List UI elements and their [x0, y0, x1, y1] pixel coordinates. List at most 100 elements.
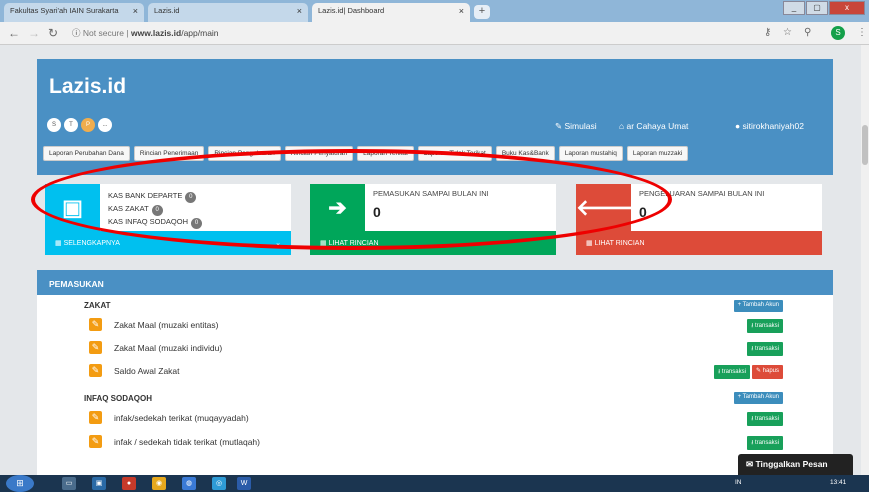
- edit-pencil-icon[interactable]: ✎: [89, 318, 102, 331]
- extension-icon[interactable]: ⚲: [804, 27, 811, 38]
- explorer-icon[interactable]: ▣: [92, 477, 106, 490]
- pengeluaran-value: 0: [639, 204, 647, 220]
- maximize-button[interactable]: ▢: [806, 1, 828, 15]
- selengkapnya-button[interactable]: ▦ SELENGKAPNYA ⌄: [45, 231, 291, 255]
- tambah-akun-label: Tambah Akun: [742, 302, 779, 308]
- edit-pencil-icon[interactable]: ✎: [89, 341, 102, 354]
- new-tab-button[interactable]: +: [474, 5, 490, 19]
- plus-icon: +: [737, 302, 742, 308]
- transaksi-label: transaksi: [754, 323, 779, 329]
- transaksi-button[interactable]: ⭳ transaksi: [747, 436, 783, 450]
- tray-language[interactable]: IN: [735, 479, 742, 486]
- tambah-akun-button[interactable]: + Tambah Akun: [733, 300, 783, 312]
- transaksi-button[interactable]: ⭳ transaksi: [747, 342, 783, 356]
- ie-icon[interactable]: ◎: [212, 477, 226, 490]
- report-button-mustahiq[interactable]: Laporan mustahiq: [558, 146, 623, 161]
- avatar[interactable]: P: [81, 118, 95, 132]
- address-bar: ← → ↻ ⓘ Not secure | www.lazis.id/app/ma…: [0, 22, 869, 45]
- star-icon[interactable]: ☆: [783, 27, 792, 38]
- browser-tab-active[interactable]: Lazis.id| Dashboard ×: [312, 3, 470, 22]
- edit-pencil-icon[interactable]: ✎: [89, 364, 102, 377]
- tab-title: Lazis.id: [154, 6, 180, 15]
- report-button-perubahan-dana[interactable]: Laporan Perubahan Dana: [43, 146, 130, 161]
- report-button-rincian-pengeluaran[interactable]: Rincian Pengeluaran: [208, 146, 281, 161]
- app-icon[interactable]: ◍: [182, 477, 196, 490]
- browser-tab-bar: Fakultas Syari'ah IAIN Surakarta × Lazis…: [0, 0, 869, 22]
- arrow-right-icon: ➔: [310, 184, 365, 231]
- transaksi-button[interactable]: ⭳ transaksi: [747, 412, 783, 426]
- avatar[interactable]: S: [47, 118, 61, 132]
- grid-icon: ▦: [586, 240, 593, 247]
- browser-tab[interactable]: Fakultas Syari'ah IAIN Surakarta ×: [4, 3, 144, 22]
- report-button-rincian-penerimaan[interactable]: Rincian Penerimaan: [133, 146, 205, 161]
- hapus-label: hapus: [762, 368, 779, 374]
- avatar[interactable]: ...: [98, 118, 112, 132]
- back-arrow-icon[interactable]: ←: [8, 26, 20, 40]
- show-desktop-icon[interactable]: ▭: [62, 477, 76, 490]
- home-icon: ⌂: [619, 121, 625, 131]
- kas-badge: 0: [185, 192, 197, 203]
- section-title-infaq: INFAQ SODAQOH: [84, 394, 153, 403]
- profile-avatar[interactable]: S: [831, 26, 845, 40]
- report-button-muzzaki[interactable]: Laporan muzzaki: [626, 146, 689, 161]
- chevron-down-icon: ⌄: [275, 240, 281, 247]
- lihat-rincian-pengeluaran-button[interactable]: ▦ LIHAT RINCIAN: [576, 231, 822, 255]
- clock[interactable]: 13:41: [830, 479, 846, 486]
- word-icon[interactable]: W: [237, 477, 251, 490]
- chrome-icon[interactable]: ◉: [152, 477, 166, 490]
- grid-icon: ▦: [55, 240, 62, 247]
- list-item: ✎ Zakat Maal (muzaki individu) ⭳ transak…: [89, 337, 785, 359]
- simulasi-link[interactable]: ✎ Simulasi: [555, 121, 597, 132]
- pengeluaran-card-body: 🡐 PENGELUARAN SAMPAI BULAN INI 0: [576, 184, 822, 231]
- close-icon[interactable]: ×: [297, 6, 302, 16]
- not-secure-label: Not secure: [82, 28, 124, 38]
- organization-link[interactable]: ⌂ ar Cahaya Umat: [619, 121, 688, 131]
- forward-arrow-icon[interactable]: →: [28, 26, 40, 40]
- transaksi-button[interactable]: ⭳ transaksi: [747, 319, 783, 333]
- account-label: Zakat Maal (muzaki entitas): [114, 320, 219, 330]
- chat-widget[interactable]: ✉ Tinggalkan Pesan: [738, 454, 853, 475]
- app-logo[interactable]: Lazis.id: [49, 75, 126, 99]
- edit-pencil-icon[interactable]: ✎: [89, 411, 102, 424]
- close-icon[interactable]: ×: [459, 6, 464, 16]
- report-button-buku-kas-bank[interactable]: Buku Kas&Bank: [495, 146, 555, 161]
- browser-tab[interactable]: Lazis.id ×: [148, 3, 308, 22]
- kas-badge: 0: [151, 205, 163, 216]
- transaksi-button[interactable]: ⭳ transaksi: [714, 365, 750, 379]
- transaksi-label: transaksi: [754, 416, 779, 422]
- minimize-button[interactable]: _: [783, 1, 805, 15]
- close-icon[interactable]: ×: [133, 6, 138, 16]
- reload-icon[interactable]: ↻: [48, 26, 58, 40]
- tambah-akun-button[interactable]: + Tambah Akun: [733, 392, 783, 404]
- report-button-tidak-terikat[interactable]: Laporan Tidak Terikat: [417, 146, 492, 161]
- account-label: Zakat Maal (muzaki individu): [114, 343, 223, 353]
- tambah-akun-label: Tambah Akun: [742, 394, 779, 400]
- list-item: ✎ Saldo Awal Zakat ⭳ transaksi ✎ hapus: [89, 360, 785, 382]
- start-button-icon[interactable]: ⊞: [6, 475, 34, 492]
- user-menu[interactable]: ● sitirokhaniyah02: [735, 121, 804, 131]
- hapus-button[interactable]: ✎ hapus: [751, 365, 783, 379]
- selengkapnya-label: SELENGKAPNYA: [63, 240, 120, 247]
- scrollbar-thumb[interactable]: [862, 125, 868, 165]
- pemasukan-panel: PEMASUKAN ZAKAT + Tambah Akun ✎ Zakat Ma…: [37, 270, 833, 475]
- mail-icon: ✉: [746, 459, 754, 469]
- menu-dots-icon[interactable]: ⋮: [857, 27, 867, 38]
- report-button-terikat[interactable]: Laporan Terikat: [357, 146, 414, 161]
- edit-pencil-icon[interactable]: ✎: [89, 435, 102, 448]
- url-field[interactable]: ⓘ Not secure | www.lazis.id/app/main: [72, 25, 800, 42]
- taskbar: ⊞ ▭ ▣ ● ◉ ◍ ◎ W IN 13:41: [0, 475, 869, 492]
- list-item: ✎ infak/sedekah terikat (muqayyadah) ⭳ t…: [89, 407, 785, 429]
- lihat-rincian-label: LIHAT RINCIAN: [328, 240, 379, 247]
- media-icon[interactable]: ●: [122, 477, 136, 490]
- account-label: infak / sedekah tidak terikat (mutlaqah): [114, 437, 260, 447]
- report-button-rincian-penyaluran[interactable]: Rincian Penyaluran: [284, 146, 354, 161]
- row-actions: ⭳ transaksi: [747, 412, 783, 426]
- kas-line: KAS BANK DEPARTE 0: [108, 191, 197, 203]
- scrollbar[interactable]: [861, 45, 869, 475]
- close-window-button[interactable]: x: [829, 1, 865, 15]
- pemasukan-card-body: ➔ PEMASUKAN SAMPAI BULAN INI 0: [310, 184, 556, 231]
- key-icon[interactable]: ⚷: [764, 27, 771, 38]
- lihat-rincian-pemasukan-button[interactable]: ▦ LIHAT RINCIAN: [310, 231, 556, 255]
- lihat-rincian-label: LIHAT RINCIAN: [594, 240, 645, 247]
- avatar[interactable]: T: [64, 118, 78, 132]
